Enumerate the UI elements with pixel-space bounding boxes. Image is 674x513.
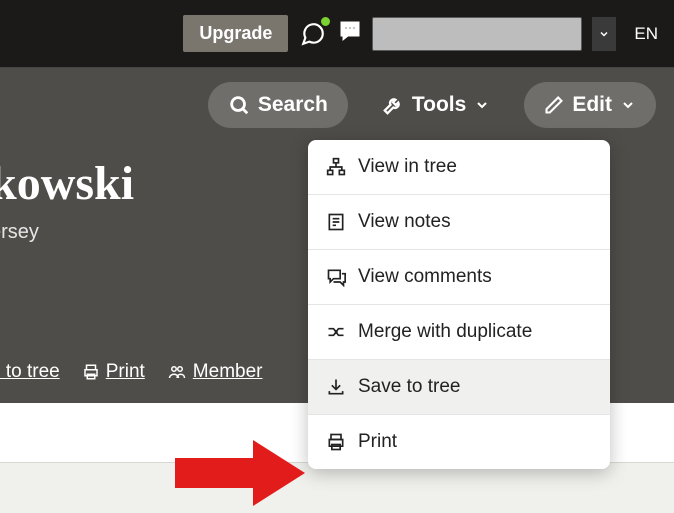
top-bar: Upgrade EN — [0, 0, 674, 68]
chevron-down-icon — [620, 97, 636, 113]
link-label: Member — [193, 361, 263, 383]
menu-item-label: Save to tree — [358, 376, 460, 398]
menu-print[interactable]: Print — [308, 415, 610, 469]
wrench-icon — [382, 94, 404, 116]
upgrade-button[interactable]: Upgrade — [183, 15, 288, 52]
search-icon — [228, 94, 250, 116]
tools-label: Tools — [412, 93, 466, 117]
menu-item-label: View in tree — [358, 156, 457, 178]
account-selector[interactable] — [372, 17, 582, 51]
tools-button[interactable]: Tools — [362, 82, 510, 128]
people-icon — [167, 363, 187, 381]
save-to-tree-link[interactable]: e to tree — [0, 361, 60, 383]
member-link[interactable]: Member — [167, 361, 263, 383]
save-icon — [326, 377, 346, 397]
menu-item-label: View comments — [358, 266, 492, 288]
edit-button[interactable]: Edit — [524, 82, 656, 128]
print-icon — [82, 363, 100, 381]
menu-item-label: Print — [358, 431, 397, 453]
pencil-icon — [544, 95, 564, 115]
search-label: Search — [258, 93, 328, 117]
chevron-down-icon — [474, 97, 490, 113]
message-icon[interactable] — [338, 19, 362, 48]
link-label: Print — [106, 361, 145, 383]
print-link[interactable]: Print — [82, 361, 145, 383]
menu-view-notes[interactable]: View notes — [308, 195, 610, 250]
online-status-dot — [321, 17, 330, 26]
link-label: e to tree — [0, 361, 60, 383]
menu-item-label: View notes — [358, 211, 451, 233]
hero-link-row: e to tree Print Member — [0, 361, 262, 383]
edit-label: Edit — [572, 93, 612, 117]
menu-merge-duplicate[interactable]: Merge with duplicate — [308, 305, 610, 360]
action-row: Search Tools Edit — [0, 82, 656, 128]
merge-icon — [326, 322, 346, 342]
menu-save-to-tree[interactable]: Save to tree — [308, 360, 610, 415]
tree-icon — [326, 157, 346, 177]
menu-view-in-tree[interactable]: View in tree — [308, 140, 610, 195]
tools-dropdown: View in tree View notes View comments Me… — [308, 140, 610, 469]
menu-item-label: Merge with duplicate — [358, 321, 532, 343]
menu-view-comments[interactable]: View comments — [308, 250, 610, 305]
notes-icon — [326, 212, 346, 232]
search-button[interactable]: Search — [208, 82, 348, 128]
language-switch[interactable]: EN — [626, 24, 666, 44]
chat-bubble-icon[interactable] — [298, 19, 328, 49]
account-chevron-down-icon[interactable] — [592, 17, 616, 51]
comments-icon — [326, 267, 346, 287]
print-icon — [326, 432, 346, 452]
